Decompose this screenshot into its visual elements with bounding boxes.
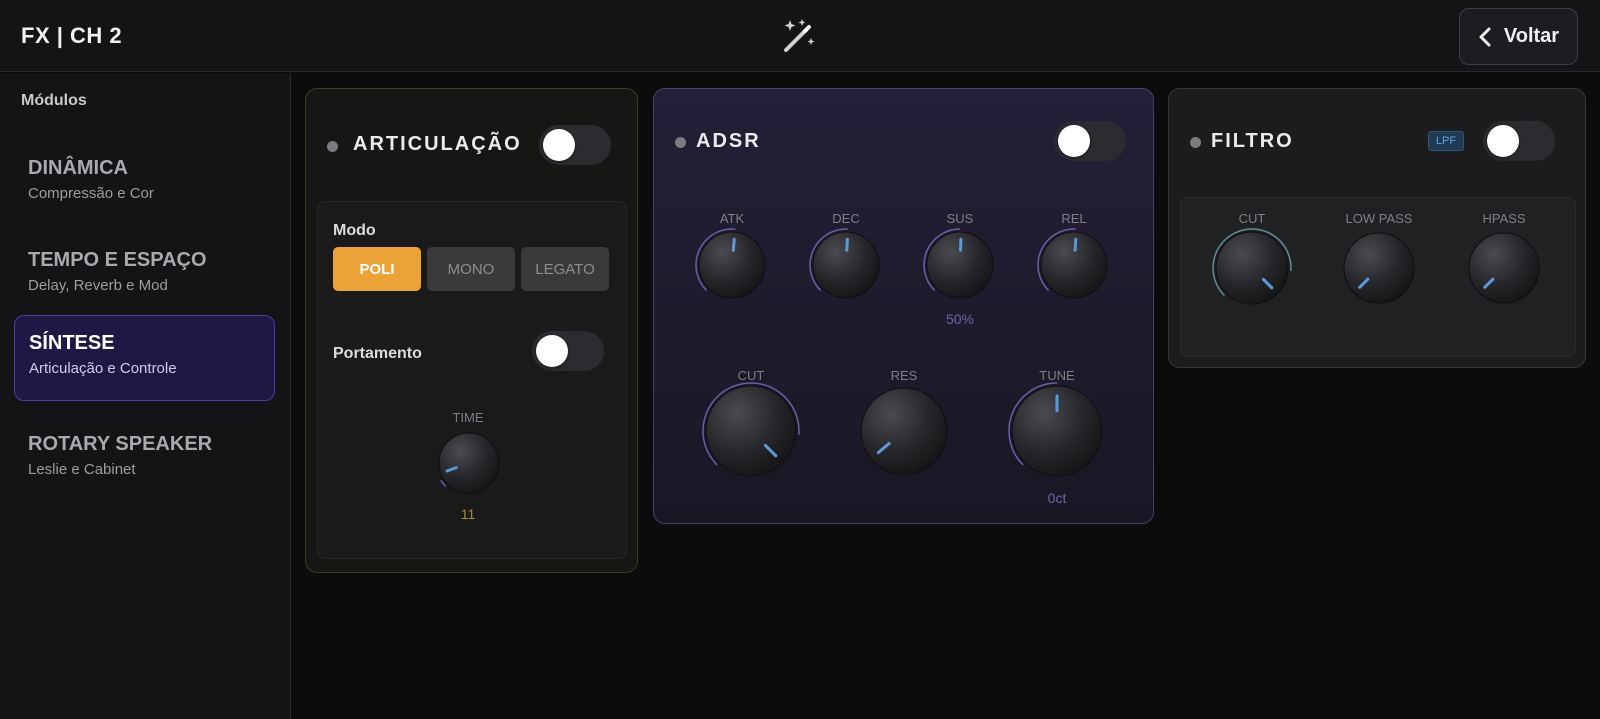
articulacao-enable-toggle[interactable] (539, 125, 611, 165)
adsr-enable-toggle[interactable] (1054, 121, 1126, 161)
sidebar-item-rotary-speaker[interactable]: ROTARY SPEAKER Leslie e Cabinet (14, 417, 275, 503)
knob-value: 11 (460, 506, 476, 522)
adsr-cut-knob[interactable] (698, 378, 804, 484)
filtro-cut-knob[interactable] (1208, 224, 1296, 312)
back-button-label: Voltar (1503, 25, 1560, 47)
filtro-enable-toggle[interactable] (1483, 121, 1555, 161)
back-button[interactable]: Voltar (1459, 8, 1578, 65)
time-knob[interactable] (431, 425, 507, 501)
sidebar-item-label: TEMPO E ESPAÇO (28, 249, 207, 271)
portamento-label: Portamento (333, 345, 422, 362)
mode-legato-button[interactable]: LEGATO (521, 247, 609, 291)
sidebar-item-label: ROTARY SPEAKER (28, 433, 213, 455)
sidebar-heading: Módulos (21, 92, 87, 109)
low-pass-knob[interactable] (1336, 225, 1422, 311)
knob-label: LOW PASS (1345, 211, 1413, 226)
status-dot (1190, 137, 1201, 148)
panel-title: FILTRO (1211, 130, 1294, 152)
toggle-knob (1487, 125, 1519, 157)
dec-knob[interactable] (805, 224, 887, 306)
sidebar-item-subtitle: Compressão e Cor (28, 185, 154, 202)
atk-knob[interactable] (691, 224, 773, 306)
toggle-knob (536, 335, 568, 367)
modules-sidebar: Módulos DINÂMICA Compressão e Cor TEMPO … (0, 73, 291, 719)
filtro-panel: FILTRO CUT LOW PASS HPASS (1168, 88, 1586, 368)
rel-knob[interactable] (1033, 224, 1115, 306)
sidebar-item-label: DINÂMICA (28, 157, 128, 179)
modo-label: Modo (333, 222, 376, 239)
tune-knob[interactable] (1004, 378, 1110, 484)
knob-label: TIME (452, 410, 484, 425)
sidebar-item-subtitle: Delay, Reverb e Mod (28, 277, 168, 294)
hpass-knob[interactable] (1461, 225, 1547, 311)
knob-value: 0ct (1047, 490, 1067, 506)
sidebar-item-tempo-espaco[interactable]: TEMPO E ESPAÇO Delay, Reverb e Mod (14, 233, 275, 319)
sus-knob[interactable] (919, 224, 1001, 306)
mode-poli-button[interactable]: POLI (333, 247, 421, 291)
chevron-left-icon (1479, 27, 1491, 46)
knob-label: HPASS (1482, 211, 1526, 226)
status-dot (327, 141, 338, 152)
mode-mono-button[interactable]: MONO (427, 247, 515, 291)
sidebar-item-label: SÍNTESE (29, 332, 115, 354)
sidebar-item-dinamica[interactable]: DINÂMICA Compressão e Cor (14, 141, 275, 227)
filter-type-badge[interactable]: LPF (1428, 131, 1464, 151)
toggle-knob (543, 129, 575, 161)
toggle-knob (1058, 125, 1090, 157)
magic-wand-icon[interactable] (778, 16, 818, 56)
status-dot (675, 137, 686, 148)
panel-title: ADSR (696, 130, 761, 152)
sidebar-item-subtitle: Leslie e Cabinet (28, 461, 136, 478)
page-title: FX | CH 2 (21, 23, 123, 48)
top-bar: FX | CH 2 Voltar (0, 0, 1600, 72)
sidebar-item-subtitle: Articulação e Controle (29, 360, 177, 377)
knob-value: 50% (945, 311, 975, 327)
sidebar-item-sintese[interactable]: SÍNTESE Articulação e Controle (14, 315, 275, 401)
adsr-panel: ADSR ATK DEC SUS REL 50% CUT RES TUNE 0c… (653, 88, 1154, 524)
res-knob[interactable] (853, 380, 955, 482)
portamento-toggle[interactable] (532, 331, 604, 371)
articulacao-panel: ARTICULAÇÃO Modo POLI MONO LEGATO Portam… (305, 88, 638, 573)
panel-title: ARTICULAÇÃO (353, 133, 522, 155)
